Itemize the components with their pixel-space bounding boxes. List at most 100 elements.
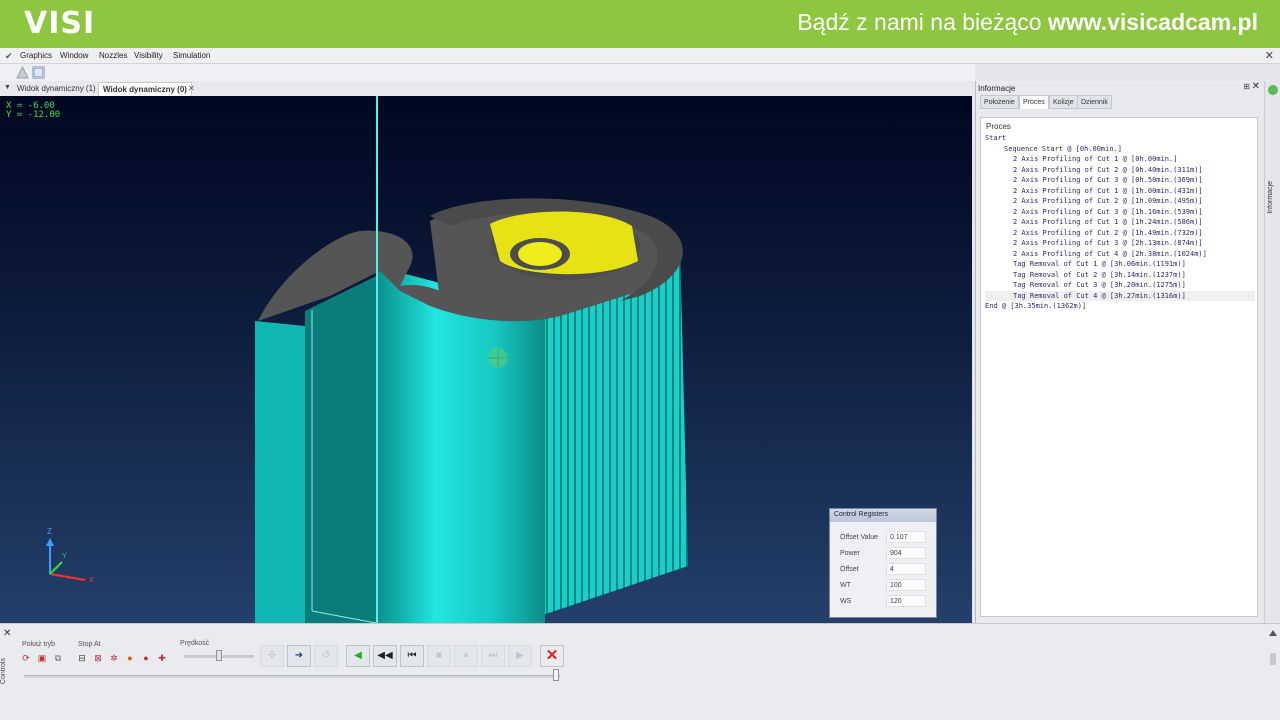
register-value[interactable]: 100: [886, 579, 926, 591]
axis-z-label: Z: [47, 527, 52, 536]
simulation-progress-track[interactable]: [24, 675, 560, 678]
exit-simulation-button[interactable]: ✕: [540, 645, 564, 667]
pause-button[interactable]: ⏸: [454, 645, 478, 667]
control-registers-title: Control Registers: [830, 509, 936, 522]
process-step[interactable]: Sequence Start @ [0h.00min.]: [985, 144, 1255, 155]
go-to-start-button[interactable]: ⏮: [400, 645, 424, 667]
menu-graphics[interactable]: Graphics: [20, 51, 52, 60]
simulation-progress-handle[interactable]: [553, 669, 559, 681]
3d-viewport[interactable]: Z Y X X = -6.00 Y = -12.00: [0, 96, 972, 623]
info-panel: Informacje ⊞ ✕ Położenie Proces Kolizje …: [975, 81, 1263, 623]
process-step[interactable]: 2 Axis Profiling of Cut 2 @ [1h.49min.(7…: [985, 228, 1255, 239]
pin-icon[interactable]: ⊞: [1243, 82, 1250, 91]
menu-simulation[interactable]: Simulation: [173, 51, 210, 60]
yellow-bore: [490, 211, 638, 275]
axis-x-label: X: [89, 577, 94, 584]
inner-wall: [305, 276, 376, 623]
stop-button[interactable]: ■: [427, 645, 451, 667]
controls-panel: ✕ Controls Pokaż tryb Stop At Prędkość ⟳…: [0, 623, 1280, 720]
tab-widok-1[interactable]: Widok dynamiczny (1): [13, 82, 100, 96]
step-button[interactable]: ⏭: [481, 645, 505, 667]
app-icon[interactable]: ✔: [5, 51, 13, 61]
move-cursor-button[interactable]: ✣: [260, 645, 284, 667]
view-tabs: ▼ Widok dynamiczny (1) Widok dynamiczny …: [0, 81, 975, 96]
process-step[interactable]: 2 Axis Profiling of Cut 1 @ [1h.24min.(5…: [985, 217, 1255, 228]
stop-at-5-icon[interactable]: ●: [140, 652, 152, 664]
process-step[interactable]: 2 Axis Profiling of Cut 1 @ [0h.00min.]: [985, 154, 1255, 165]
register-label: Power: [840, 550, 860, 557]
menu-bar: ✔ Graphics Window Nozzles Visibility Sim…: [0, 48, 1280, 64]
show-mode-1-icon[interactable]: ⟳: [20, 652, 32, 664]
process-step[interactable]: 2 Axis Profiling of Cut 4 @ [2h.38min.(1…: [985, 249, 1255, 260]
tab-dziennik[interactable]: Dziennik: [1077, 95, 1112, 109]
show-mode-2-icon[interactable]: ▣: [36, 652, 48, 664]
controls-close-icon[interactable]: ✕: [3, 628, 11, 639]
visi-logo: VISI: [24, 6, 96, 41]
tagline-url[interactable]: www.visicadcam.pl: [1048, 9, 1258, 35]
step-to-button[interactable]: ➜: [287, 645, 311, 667]
status-dot-icon: [1268, 85, 1278, 95]
control-registers-panel: Control Registers Offset Value 0.107 Pow…: [829, 508, 937, 618]
process-step[interactable]: 2 Axis Profiling of Cut 2 @ [0h.40min.(3…: [985, 165, 1255, 176]
stop-at-2-icon[interactable]: ⊠: [92, 652, 104, 664]
register-row: WT 100: [838, 579, 930, 592]
register-label: Offset Value: [840, 534, 878, 541]
axis-y-label: Y: [62, 553, 67, 560]
tab-proces[interactable]: Proces: [1019, 95, 1049, 109]
right-dock-strip: Informacje: [1264, 81, 1280, 623]
process-section-title: Proces: [986, 122, 1011, 131]
tab-list-arrow-icon[interactable]: ▼: [4, 84, 11, 91]
process-step[interactable]: 2 Axis Profiling of Cut 2 @ [1h.09min.(4…: [985, 196, 1255, 207]
stop-at-label: Stop At: [78, 641, 101, 648]
stop-at-4-icon[interactable]: ●: [124, 652, 136, 664]
process-step[interactable]: Tag Removal of Cut 4 @ [3h.27min.(1316m)…: [985, 290, 1255, 301]
register-row: Offset 4: [838, 563, 930, 576]
controls-dock-label[interactable]: Controls: [0, 658, 7, 684]
info-dock-label[interactable]: Informacje: [1267, 181, 1274, 214]
tab-widok-0[interactable]: Widok dynamiczny (0): [98, 82, 192, 96]
close-icon[interactable]: ✕: [1265, 49, 1274, 62]
menu-window[interactable]: Window: [60, 51, 88, 60]
register-value[interactable]: 0.107: [886, 531, 926, 543]
process-step[interactable]: 2 Axis Profiling of Cut 3 @ [2h.13min.(8…: [985, 238, 1255, 249]
process-step[interactable]: Tag Removal of Cut 3 @ [3h.20min.(1275m)…: [985, 280, 1255, 291]
info-close-icon[interactable]: ✕: [1252, 81, 1260, 92]
controls-scrollbar[interactable]: [1268, 628, 1278, 708]
menu-visibility[interactable]: Visibility: [134, 51, 163, 60]
menu-nozzles[interactable]: Nozzles: [99, 51, 127, 60]
process-step[interactable]: 2 Axis Profiling of Cut 1 @ [1h.00min.(4…: [985, 186, 1255, 197]
process-list: Proces Start Sequence Start @ [0h.00min.]…: [980, 117, 1258, 617]
tab-polozenie[interactable]: Położenie: [980, 95, 1019, 109]
register-row: Offset Value 0.107: [838, 531, 930, 544]
show-mode-3-icon[interactable]: ⧉: [52, 652, 64, 664]
stop-at-3-icon[interactable]: ✲: [108, 652, 120, 664]
rewind-button[interactable]: ◀◀: [373, 645, 397, 667]
process-step[interactable]: Tag Removal of Cut 1 @ [3h.06min.(1191m)…: [985, 259, 1255, 270]
register-value[interactable]: 904: [886, 547, 926, 559]
stop-at-6-icon[interactable]: ✚: [156, 652, 168, 664]
register-value[interactable]: 4: [886, 563, 926, 575]
tab-kolizje[interactable]: Kolizje: [1049, 95, 1078, 109]
reset-view-button[interactable]: ↺: [314, 645, 338, 667]
process-step[interactable]: 2 Axis Profiling of Cut 3 @ [0h.50min.(3…: [985, 175, 1255, 186]
tab-close-icon[interactable]: ✕: [188, 84, 195, 93]
register-label: WT: [840, 582, 851, 589]
process-step[interactable]: Start: [985, 133, 1255, 144]
left-wall: [255, 321, 305, 623]
process-step[interactable]: End @ [3h.35min.(1362m)]: [985, 301, 1255, 312]
stop-at-1-icon[interactable]: ⊟: [76, 652, 88, 664]
process-step[interactable]: Tag Removal of Cut 2 @ [3h.14min.(1237m)…: [985, 270, 1255, 281]
speed-slider-handle[interactable]: [216, 650, 222, 661]
register-value[interactable]: 120: [886, 595, 926, 607]
register-row: Power 904: [838, 547, 930, 560]
coordinate-readout: X = -6.00 Y = -12.00: [6, 102, 60, 120]
window-icon[interactable]: [32, 66, 45, 79]
triangle-icon[interactable]: [16, 65, 29, 79]
promo-banner: VISI Bądź z nami na bieżąco www.visicadc…: [0, 0, 1280, 48]
play-button[interactable]: ▶: [508, 645, 532, 667]
banner-tagline: Bądź z nami na bieżąco www.visicadcam.pl: [797, 9, 1258, 36]
play-reverse-button[interactable]: ◀: [346, 645, 370, 667]
show-mode-label: Pokaż tryb: [22, 641, 56, 648]
process-step[interactable]: 2 Axis Profiling of Cut 3 @ [1h.16min.(5…: [985, 207, 1255, 218]
register-label: WS: [840, 598, 852, 605]
